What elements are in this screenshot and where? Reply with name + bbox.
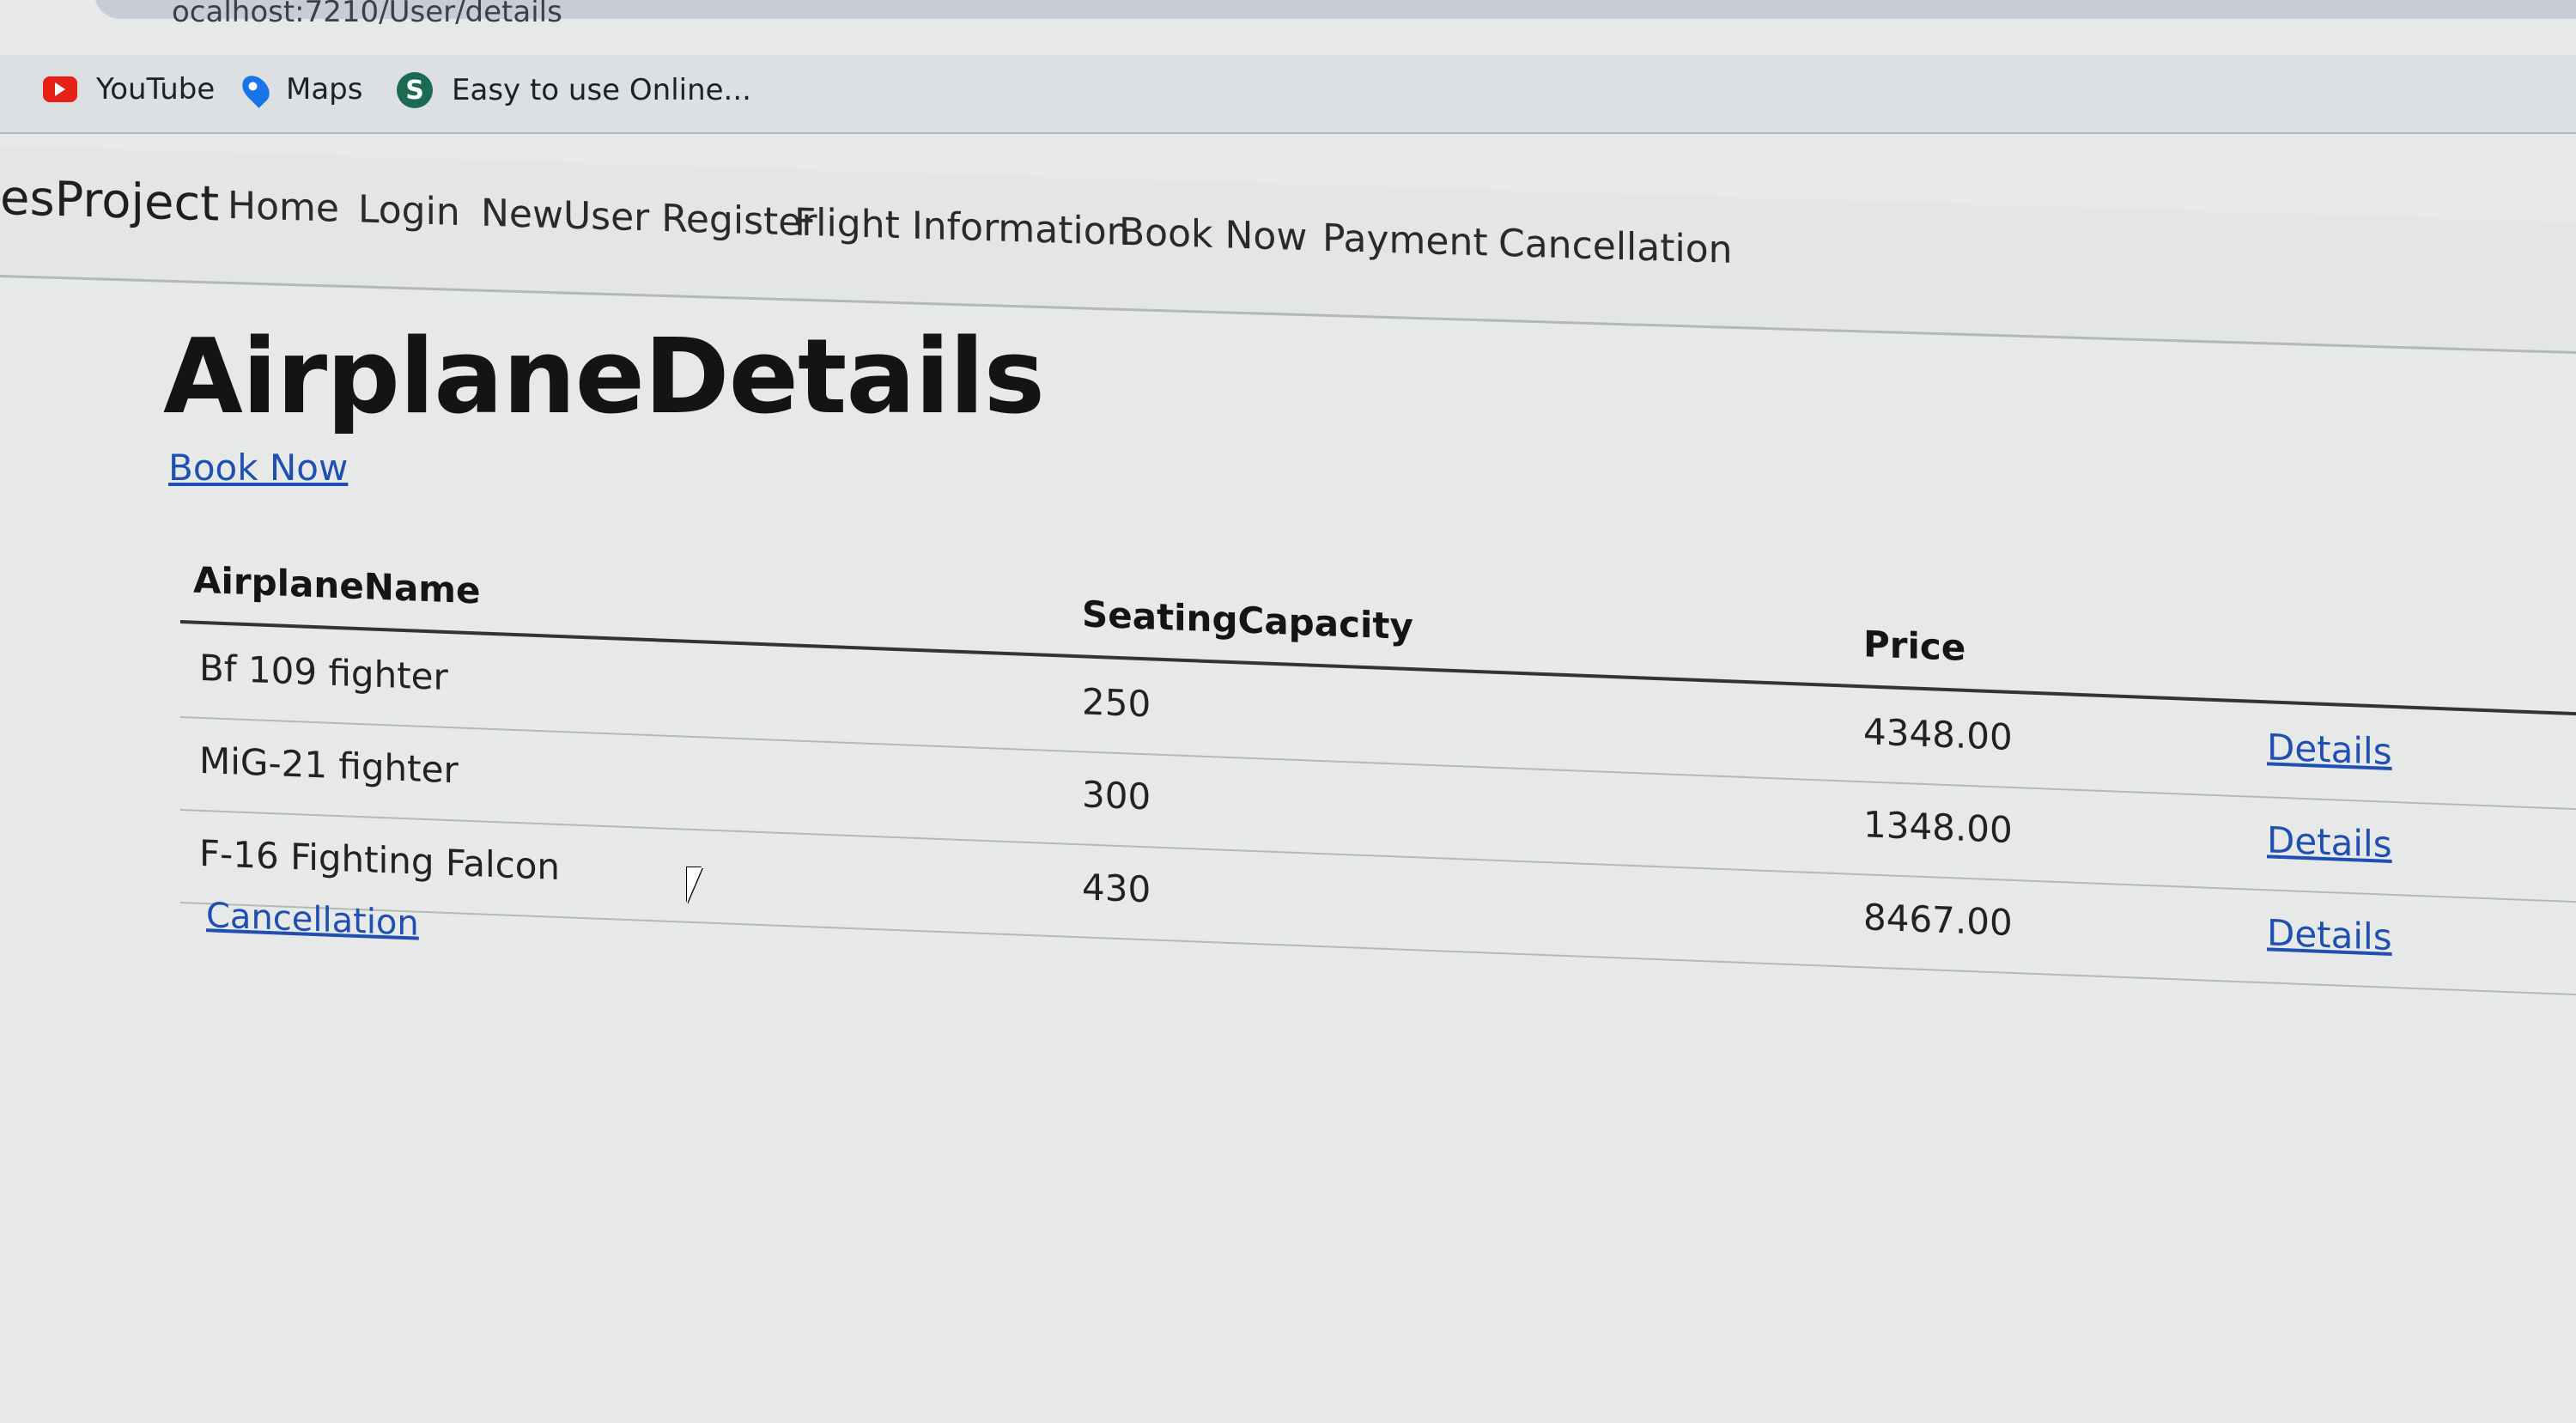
cell-airplane-name: MiG-21 fighter xyxy=(199,739,459,792)
site-brand[interactable]: esProject xyxy=(0,170,219,233)
cell-airplane-name: F-16 Fighting Falcon xyxy=(199,831,561,888)
maps-pin-icon xyxy=(237,70,275,108)
cell-seating-capacity: 430 xyxy=(1082,866,1151,911)
nav-newuser-register[interactable]: NewUser Register xyxy=(481,192,817,246)
bookmark-easy-online[interactable]: S Easy to use Online... xyxy=(397,72,751,108)
address-bar[interactable]: ocalhost:7210/User/details xyxy=(94,0,2576,29)
nav-cancellation[interactable]: Cancellation xyxy=(1498,222,1733,272)
cell-airplane-name: Bf 109 fighter xyxy=(199,646,448,698)
main-content: AirplaneDetails Book Now AirplaneName Se… xyxy=(0,301,2576,1396)
details-link[interactable]: Details xyxy=(2267,911,2392,958)
cancellation-link[interactable]: Cancellation xyxy=(206,896,419,944)
cell-price: 1348.00 xyxy=(1863,803,2013,851)
nav-home[interactable]: Home xyxy=(228,184,339,231)
page-title: AirplaneDetails xyxy=(163,318,1045,437)
header-airplane-name: AirplaneName xyxy=(193,558,481,612)
details-link[interactable]: Details xyxy=(2267,726,2392,773)
bookmark-maps[interactable]: Maps xyxy=(237,70,363,108)
bookmark-label: Maps xyxy=(286,72,363,106)
bookmarks-bar: YouTube Maps S Easy to use Online... xyxy=(0,55,2576,134)
nav-book-now[interactable]: Book Now xyxy=(1119,210,1307,260)
bookmark-label: YouTube xyxy=(96,72,216,106)
header-price: Price xyxy=(1863,623,1966,669)
bookmark-youtube[interactable]: YouTube xyxy=(43,72,215,106)
cell-seating-capacity: 300 xyxy=(1082,773,1151,818)
cell-price: 4348.00 xyxy=(1863,710,2013,758)
bookmark-label: Easy to use Online... xyxy=(452,73,751,107)
nav-login[interactable]: Login xyxy=(358,187,460,234)
cell-seating-capacity: 250 xyxy=(1082,680,1151,726)
mouse-cursor-icon xyxy=(687,867,702,903)
address-bar-url: ocalhost:7210/User/details xyxy=(172,0,562,29)
youtube-icon xyxy=(43,76,77,102)
airplane-table: AirplaneName SeatingCapacity Price Bf 10… xyxy=(180,558,2576,1423)
cell-price: 8467.00 xyxy=(1863,896,2013,944)
details-link[interactable]: Details xyxy=(2267,818,2392,866)
nav-flight-information[interactable]: Flight Information xyxy=(794,200,1131,254)
book-now-link[interactable]: Book Now xyxy=(168,447,348,489)
header-seating-capacity: SeatingCapacity xyxy=(1082,593,1413,648)
s-logo-icon: S xyxy=(397,72,433,108)
nav-payment[interactable]: Payment xyxy=(1322,216,1488,265)
